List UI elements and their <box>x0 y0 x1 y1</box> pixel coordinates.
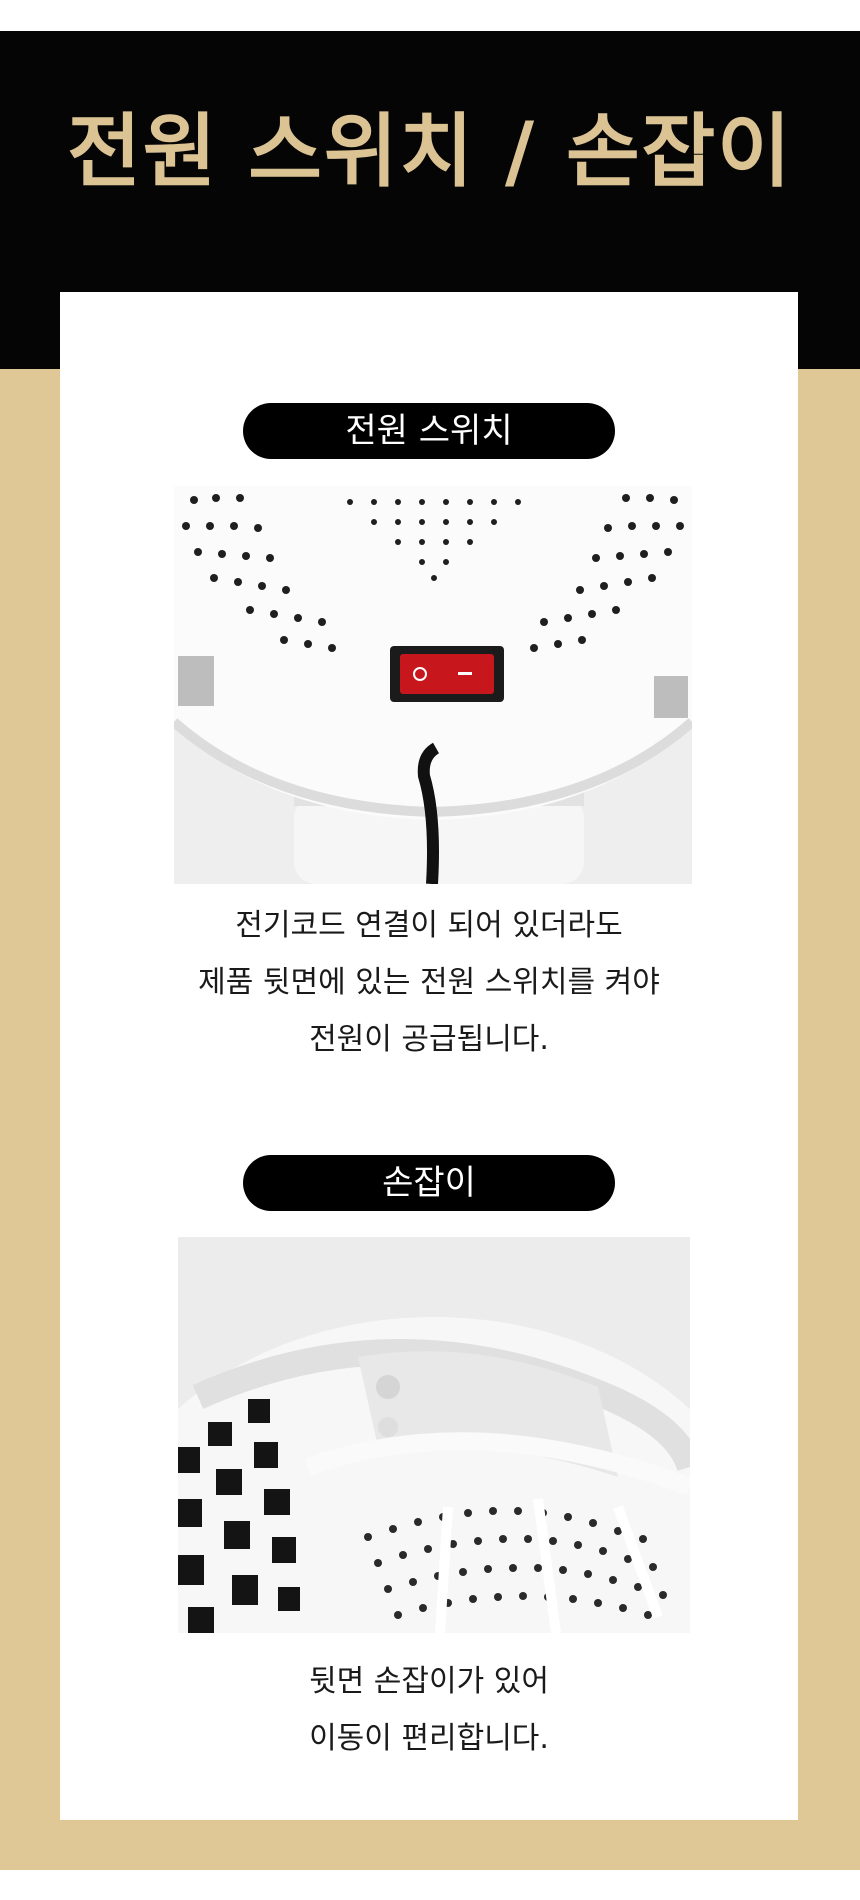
caption-line: 전기코드 연결이 되어 있더라도 <box>235 908 623 943</box>
page-title: 전원 스위치 / 손잡이 <box>67 105 793 198</box>
top-margin <box>0 0 860 31</box>
caption-line: 뒷면 손잡이가 있어 <box>309 1664 549 1699</box>
section-label-power-switch: 전원 스위치 <box>243 403 615 459</box>
section-label-handle: 손잡이 <box>243 1155 615 1211</box>
caption-line: 제품 뒷면에 있는 전원 스위치를 켜야 <box>198 965 660 1000</box>
power-switch-photo <box>174 486 692 884</box>
bottom-margin <box>0 1870 860 1900</box>
caption-line: 이동이 편리합니다. <box>309 1721 549 1756</box>
caption-power-switch: 전기코드 연결이 되어 있더라도 제품 뒷면에 있는 전원 스위치를 켜야 전원… <box>60 897 798 1068</box>
caption-handle: 뒷면 손잡이가 있어 이동이 편리합니다. <box>60 1653 798 1767</box>
handle-photo <box>178 1237 690 1633</box>
content-card: 전원 스위치 전기코드 연결이 되어 있더라도 제품 뒷면에 있는 전원 스위치… <box>60 292 798 1820</box>
power-switch-illustration <box>174 486 692 884</box>
handle-illustration <box>178 1237 690 1633</box>
caption-line: 전원이 공급됩니다. <box>309 1022 549 1057</box>
